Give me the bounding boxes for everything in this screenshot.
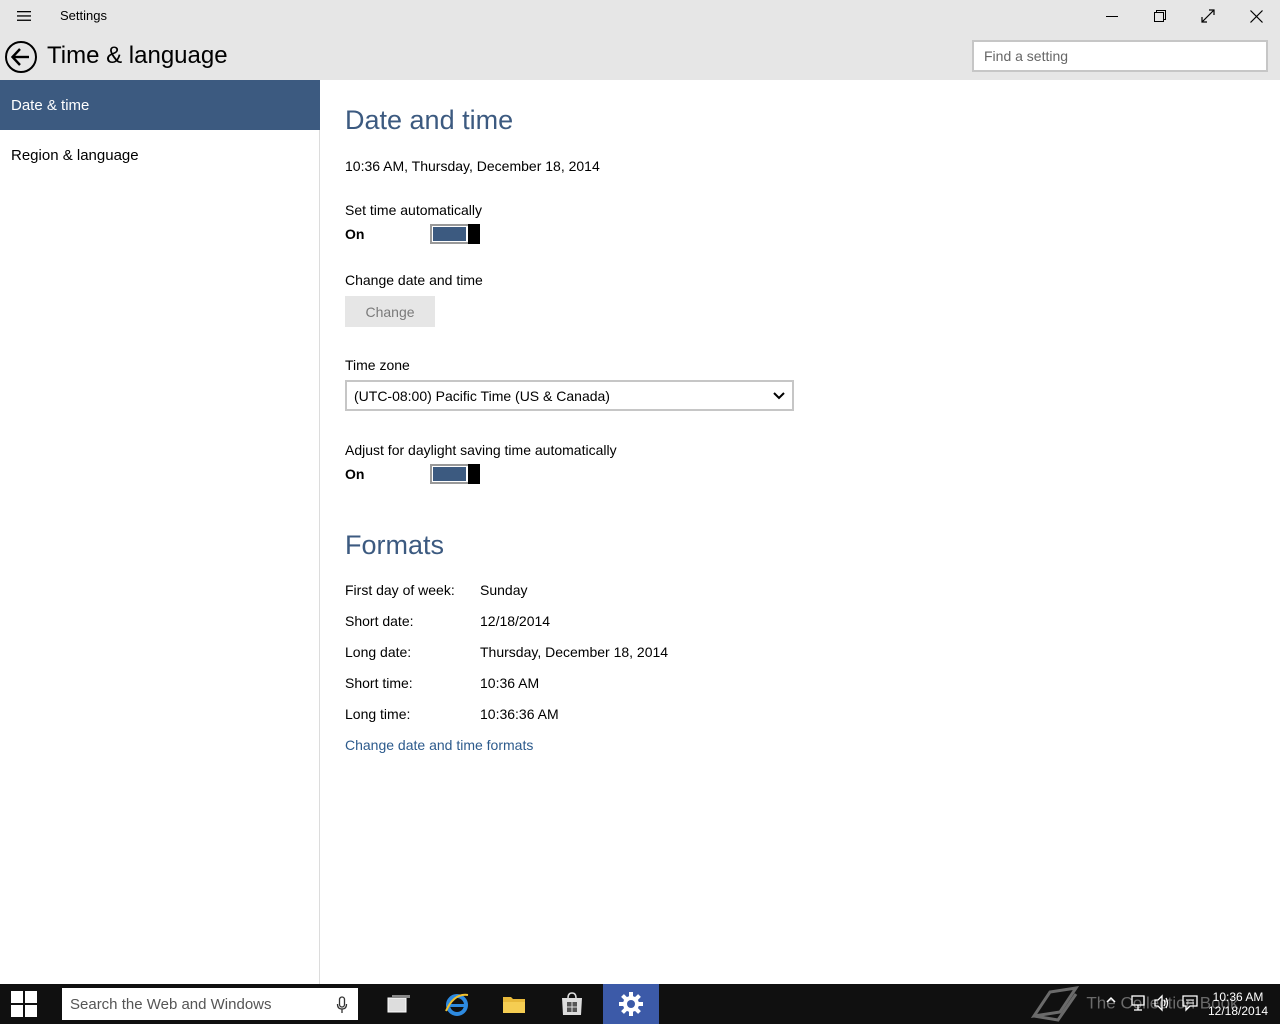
search-input[interactable]: [974, 42, 1266, 70]
start-button[interactable]: [0, 984, 48, 1024]
gear-icon: [619, 992, 643, 1016]
minimize-icon: [1106, 16, 1118, 17]
network-icon[interactable]: [1130, 994, 1148, 1012]
toggle-knob: [468, 464, 480, 484]
fullscreen-button[interactable]: [1184, 0, 1232, 32]
action-center-icon[interactable]: [1181, 994, 1199, 1012]
current-date-time: 10:36 AM, Thursday, December 18, 2014: [345, 158, 600, 174]
format-value-long-time: 10:36:36 AM: [480, 706, 559, 722]
internet-explorer-icon: [445, 993, 469, 1016]
sidebar-item-label: Date & time: [11, 96, 90, 114]
daylight-label: Adjust for daylight saving time automati…: [345, 442, 617, 458]
back-button[interactable]: [4, 40, 38, 74]
daylight-toggle[interactable]: [430, 464, 480, 484]
restore-button[interactable]: [1136, 0, 1184, 32]
folder-icon: [503, 997, 525, 1013]
windows-logo-icon: [11, 991, 37, 1017]
microphone-icon[interactable]: [336, 996, 348, 1014]
task-view-button[interactable]: [371, 984, 427, 1024]
title-bar: Settings: [0, 0, 1280, 32]
close-button[interactable]: [1232, 0, 1280, 32]
daylight-state: On: [345, 466, 365, 482]
time-zone-dropdown[interactable]: (UTC-08:00) Pacific Time (US & Canada): [345, 380, 794, 411]
sidebar-item-date-time[interactable]: Date & time: [0, 80, 320, 130]
task-view-icon: [387, 995, 410, 1013]
system-clock[interactable]: 10:36 AM 12/18/2014: [1205, 990, 1271, 1018]
format-key-short-date: Short date:: [345, 613, 414, 629]
sidebar: Date & time Region & language: [0, 80, 320, 984]
format-key-long-date: Long date:: [345, 644, 412, 660]
minimize-button[interactable]: [1088, 0, 1136, 32]
taskbar-search-input[interactable]: [62, 988, 358, 1020]
set-time-auto-label: Set time automatically: [345, 202, 482, 218]
date-time-heading: Date and time: [345, 105, 514, 135]
toggle-fill: [433, 227, 466, 241]
store-icon: [562, 992, 582, 1015]
fullscreen-icon: [1201, 9, 1215, 23]
change-date-time-label: Change date and time: [345, 272, 483, 288]
clock-time: 10:36 AM: [1212, 990, 1264, 1004]
set-time-auto-toggle[interactable]: [430, 224, 480, 244]
volume-icon[interactable]: [1153, 994, 1171, 1012]
format-key-short-time: Short time:: [345, 675, 413, 691]
settings-app-button[interactable]: [603, 984, 659, 1024]
app-title: Settings: [60, 8, 107, 23]
clock-date: 12/18/2014: [1207, 1004, 1269, 1018]
change-button[interactable]: Change: [345, 296, 435, 327]
page-header: Time & language: [0, 32, 1280, 80]
format-key-first-day: First day of week:: [345, 582, 455, 598]
set-time-auto-state: On: [345, 226, 365, 242]
close-icon: [1249, 9, 1263, 23]
sidebar-item-region-language[interactable]: Region & language: [0, 130, 320, 180]
taskbar-search-box[interactable]: [62, 988, 358, 1020]
taskbar: The Collection Book 10:36 AM 12/18/2014: [0, 984, 1280, 1024]
book-logo-icon: [1030, 985, 1080, 1022]
sidebar-item-label: Region & language: [11, 146, 139, 164]
format-value-short-date: 12/18/2014: [480, 613, 551, 629]
format-value-short-time: 10:36 AM: [480, 675, 540, 691]
time-zone-value: (UTC-08:00) Pacific Time (US & Canada): [354, 388, 610, 404]
format-key-long-time: Long time:: [345, 706, 411, 722]
formats-heading: Formats: [345, 530, 445, 560]
change-formats-link[interactable]: Change date and time formats: [345, 737, 533, 753]
hamburger-menu-icon[interactable]: [10, 6, 38, 26]
toggle-knob: [468, 224, 480, 244]
format-value-first-day: Sunday: [480, 582, 528, 598]
time-zone-label: Time zone: [345, 357, 410, 373]
toggle-fill: [433, 467, 466, 481]
show-hidden-icons-icon[interactable]: [1105, 994, 1117, 1006]
store-button[interactable]: [544, 984, 600, 1024]
internet-explorer-button[interactable]: [429, 984, 485, 1024]
back-arrow-icon: [5, 41, 37, 73]
chevron-down-icon: [773, 392, 785, 400]
find-setting-search[interactable]: [972, 40, 1268, 72]
restore-icon: [1154, 10, 1166, 22]
file-explorer-button[interactable]: [486, 984, 542, 1024]
page-title: Time & language: [47, 42, 228, 69]
format-value-long-date: Thursday, December 18, 2014: [480, 644, 669, 660]
